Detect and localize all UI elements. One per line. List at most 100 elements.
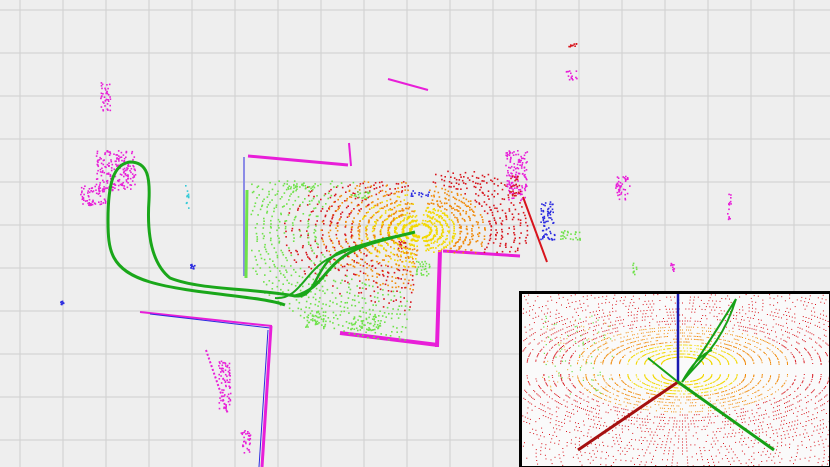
scan-point — [436, 233, 438, 235]
inset-point — [784, 356, 786, 358]
obstacle-point — [632, 264, 634, 267]
scan-point — [437, 191, 440, 194]
scan-point — [365, 278, 367, 281]
obstacle-point — [547, 220, 549, 223]
inset-point — [730, 345, 732, 347]
scan-point — [345, 224, 347, 227]
scan-point — [278, 220, 281, 223]
obstacle-point — [97, 187, 100, 190]
scan-point — [441, 224, 443, 227]
scan-point — [348, 213, 351, 215]
inset-point — [720, 342, 722, 344]
scan-point — [294, 285, 297, 287]
obstacle-point — [222, 400, 224, 402]
obstacle-point — [227, 370, 230, 373]
inset-point — [670, 383, 671, 385]
inset-point — [727, 400, 729, 402]
scan-point — [481, 241, 483, 244]
scan-point — [287, 214, 290, 216]
scan-point — [448, 226, 450, 229]
inset-point — [751, 380, 753, 382]
obstacle-point — [109, 104, 111, 107]
obstacle-point — [320, 318, 323, 320]
scan-point — [356, 185, 358, 187]
scan-point — [462, 242, 465, 245]
obstacle-point — [314, 323, 317, 326]
scan-point — [469, 219, 471, 222]
inset-point — [736, 390, 737, 392]
inset-point — [640, 343, 641, 345]
scan-point — [402, 246, 405, 249]
inset-point — [771, 351, 773, 353]
scan-point — [318, 200, 320, 203]
scan-point — [499, 245, 501, 247]
scan-point — [345, 220, 347, 223]
inset-point — [724, 408, 726, 410]
scan-point — [256, 263, 259, 266]
scan-point — [281, 196, 283, 198]
scan-point — [346, 263, 349, 265]
scan-point — [477, 235, 480, 238]
obstacle-point — [125, 156, 127, 159]
scan-point — [387, 243, 389, 245]
inset-point — [742, 337, 743, 338]
scan-point — [382, 282, 384, 285]
scan-point — [441, 217, 444, 219]
obstacle-point — [190, 267, 193, 269]
scan-point — [516, 249, 519, 252]
obstacle-point — [513, 163, 515, 165]
inset-point — [671, 396, 673, 398]
obstacle-point — [401, 240, 403, 243]
scan-point — [494, 207, 496, 209]
scan-point — [496, 207, 498, 210]
inset-point — [668, 345, 670, 347]
3d-inset-view[interactable] — [519, 291, 830, 467]
inset-point — [736, 347, 737, 349]
obstacle-point — [507, 170, 509, 172]
scan-point — [372, 234, 375, 237]
inset-point — [729, 400, 731, 402]
scan-point — [429, 247, 432, 250]
inset-point — [667, 405, 669, 407]
inset-point — [651, 393, 653, 395]
inset-point — [649, 328, 651, 330]
scan-point — [325, 245, 328, 248]
scan-point — [410, 239, 413, 241]
scan-point — [333, 317, 335, 319]
obstacle-point — [397, 247, 400, 250]
inset-point — [752, 336, 754, 338]
inset-point — [671, 393, 673, 395]
scan-point — [388, 214, 391, 217]
scan-point — [396, 232, 398, 235]
scan-point — [493, 204, 495, 207]
scan-point — [365, 288, 367, 290]
obstacle-point — [304, 187, 307, 190]
scan-point — [450, 176, 452, 178]
inset-point — [603, 379, 605, 381]
inset-point — [633, 334, 635, 336]
scan-point — [476, 240, 479, 242]
scan-point — [390, 257, 392, 260]
scan-point — [361, 287, 364, 289]
scan-point — [281, 251, 284, 254]
inset-point — [707, 358, 709, 360]
obstacle-point — [114, 184, 116, 186]
inset-point — [649, 412, 651, 414]
obstacle-point — [90, 203, 92, 205]
obstacle-point — [109, 173, 112, 176]
scan-point — [350, 228, 353, 231]
inset-point — [641, 408, 643, 410]
scan-point — [376, 249, 379, 251]
inset-point — [605, 382, 607, 384]
inset-point — [593, 394, 595, 396]
pointcloud-viewport[interactable] — [0, 0, 830, 467]
inset-point — [664, 386, 666, 387]
scan-point — [467, 205, 470, 207]
inset-point — [783, 383, 785, 385]
scan-point — [374, 182, 377, 184]
scan-point — [283, 232, 286, 234]
scan-point — [307, 234, 309, 236]
inset-point — [652, 347, 654, 349]
scan-point — [404, 305, 407, 307]
scan-point — [364, 215, 367, 217]
